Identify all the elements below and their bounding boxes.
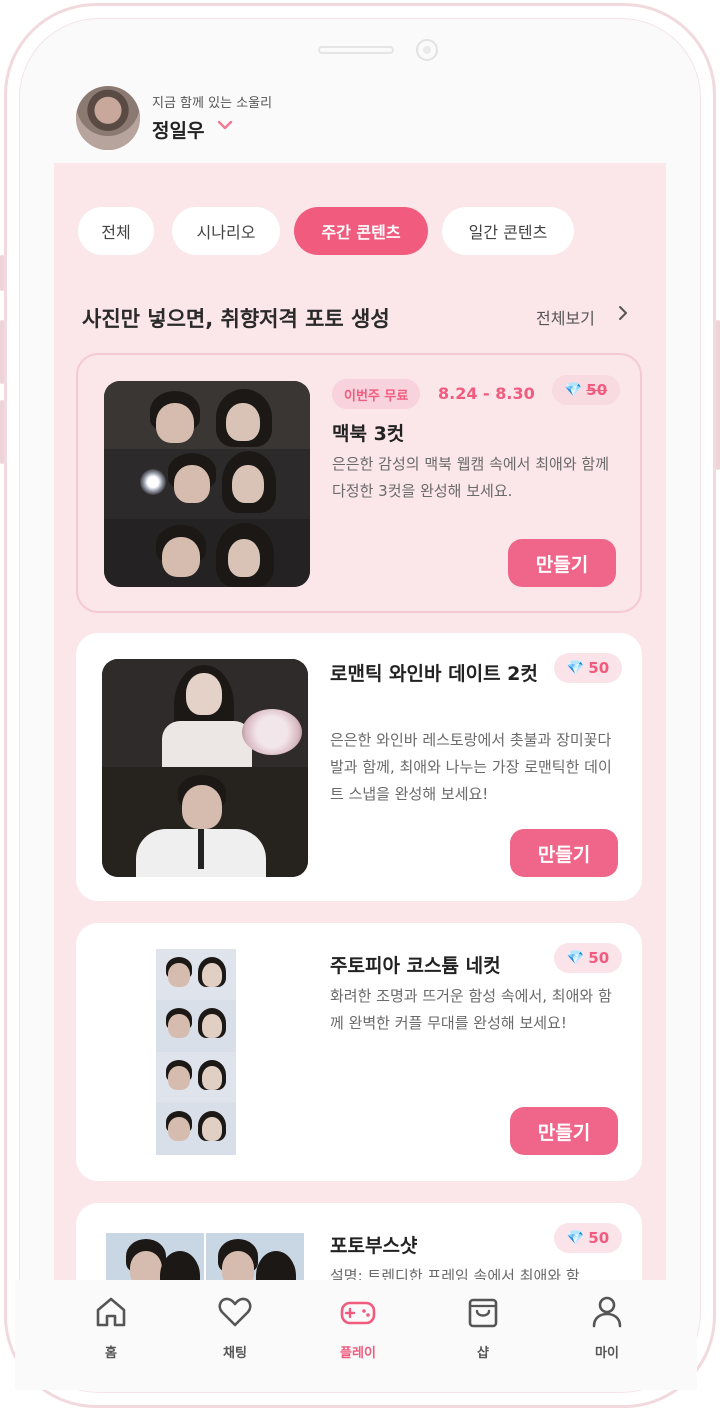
price-value: 50 (588, 659, 610, 677)
price-badge: 💎 50 (554, 653, 622, 683)
tab-weekly-content[interactable]: 주간 콘텐츠 (294, 207, 428, 255)
card-description: 화려한 조명과 뜨거운 함성 속에서, 최애와 함께 완벽한 커플 무대를 완성… (330, 987, 612, 1032)
tab-home[interactable]: 홈 (71, 1292, 151, 1361)
tab-chat[interactable]: 채팅 (195, 1292, 275, 1361)
side-button (0, 320, 4, 384)
home-icon (91, 1292, 131, 1332)
content-card[interactable]: 💎 50 포토부스샷 설명: 트렌디한 프레임 속에서 최애와 함 (76, 1203, 642, 1280)
price-value: 50 (588, 1229, 610, 1247)
user-icon (587, 1292, 627, 1332)
make-button[interactable]: 만들기 (510, 1107, 618, 1155)
tab-shop[interactable]: 샵 (443, 1292, 523, 1361)
diamond-icon: 💎 (566, 1230, 585, 1246)
front-camera (416, 39, 438, 61)
card-thumbnail (104, 381, 310, 587)
tab-my[interactable]: 마이 (567, 1292, 647, 1361)
bottom-tab-bar: 홈 채팅 플레이 샵 마이 (15, 1280, 697, 1390)
price-badge: 💎 50 (554, 1223, 622, 1253)
price-badge: 💎 50 (552, 375, 620, 405)
price-value: 50 (588, 949, 610, 967)
tab-scenario[interactable]: 시나리오 (172, 207, 280, 255)
card-description: 은은한 감성의 맥북 웹캠 속에서 최애와 함께 다정한 3컷을 완성해 보세요… (332, 455, 610, 500)
side-button (0, 255, 4, 291)
tab-label: 홈 (105, 1346, 117, 1361)
card-title: 주토피아 코스튬 네컷 (330, 955, 501, 977)
avatar (76, 86, 140, 150)
companion-header[interactable]: 지금 함께 있는 소울리 정일우 (76, 86, 636, 152)
shopping-bag-icon (463, 1292, 503, 1332)
price-badge: 💎 50 (554, 943, 622, 973)
card-title: 맥북 3컷 (332, 423, 405, 445)
diamond-icon: 💎 (566, 950, 585, 966)
card-thumbnail (156, 949, 236, 1155)
free-this-week-badge: 이번주 무료 (332, 379, 421, 409)
diamond-icon: 💎 (566, 660, 585, 676)
side-button (0, 400, 4, 464)
chevron-down-icon[interactable] (216, 116, 234, 138)
diamond-icon: 💎 (564, 382, 583, 398)
make-button[interactable]: 만들기 (510, 829, 618, 877)
tab-label: 채팅 (223, 1346, 247, 1361)
tab-daily-content[interactable]: 일간 콘텐츠 (442, 207, 574, 255)
gamepad-icon (338, 1292, 378, 1332)
companion-sub-label: 지금 함께 있는 소울리 (152, 96, 273, 111)
heart-icon (215, 1292, 255, 1332)
price-value: 50 (586, 381, 608, 399)
content-area: 전체 시나리오 주간 콘텐츠 일간 콘텐츠 사진만 넣으면, 취향저격 포토 생… (54, 163, 666, 1280)
card-title: 포토부스샷 (330, 1235, 418, 1257)
see-all-link[interactable]: 전체보기 (536, 305, 595, 329)
chevron-right-icon[interactable] (616, 303, 630, 328)
tab-all[interactable]: 전체 (78, 207, 154, 255)
date-range: 8.24 - 8.30 (438, 384, 535, 403)
card-description: 은은한 와인바 레스토랑에서 촛불과 장미꽃다발과 함께, 최애와 나누는 가장… (330, 731, 612, 803)
card-title: 로맨틱 와인바 데이트 2컷 (330, 663, 538, 685)
content-card[interactable]: 💎 50 주토피아 코스튬 네컷 화려한 조명과 뜨거운 함성 속에서, 최애와… (76, 923, 642, 1181)
section-title: 사진만 넣으면, 취향저격 포토 생성 (82, 307, 390, 331)
make-button[interactable]: 만들기 (508, 539, 616, 587)
content-card[interactable]: 이번주 무료 8.24 - 8.30 💎 50 맥북 3컷 은은한 감성의 맥북… (76, 353, 642, 613)
tab-label: 플레이 (340, 1346, 376, 1361)
tab-label: 샵 (477, 1346, 489, 1361)
side-button (716, 320, 720, 470)
card-thumbnail (102, 659, 308, 877)
tab-label: 마이 (595, 1346, 619, 1361)
tab-play[interactable]: 플레이 (318, 1292, 398, 1361)
content-card[interactable]: 💎 50 로맨틱 와인바 데이트 2컷 은은한 와인바 레스토랑에서 촛불과 장… (76, 633, 642, 901)
speaker-grille (318, 46, 394, 54)
card-thumbnail (106, 1233, 304, 1280)
companion-name[interactable]: 정일우 (152, 116, 204, 143)
card-description: 설명: 트렌디한 프레임 속에서 최애와 함 (330, 1267, 580, 1280)
